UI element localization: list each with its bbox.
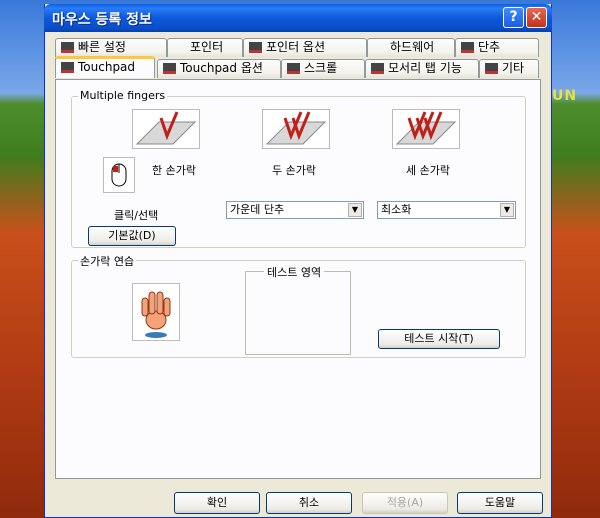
start-test-button[interactable]: 테스트 시작(T) xyxy=(378,329,500,349)
tab-icon xyxy=(485,63,498,74)
click-select-label: 클릭/선택 xyxy=(114,209,159,222)
mouse-icon xyxy=(103,157,135,193)
tab-label: 포인터 xyxy=(190,40,224,54)
help-button[interactable]: ? xyxy=(503,7,524,28)
tab-buttons[interactable]: 단추 xyxy=(455,38,539,57)
two-finger-action-select[interactable]: 가운데 단추 ▼ xyxy=(226,201,364,219)
tab-label: Touchpad 옵션 xyxy=(180,61,263,75)
tab-touchpad[interactable]: Touchpad xyxy=(55,56,155,78)
one-finger-label: 한 손가락 xyxy=(152,164,196,177)
tab-quick-setup[interactable]: 빠른 설정 xyxy=(55,38,167,57)
tab-pointer[interactable]: 포인터 xyxy=(167,38,243,57)
tab-label: Touchpad xyxy=(78,60,136,74)
touchpad-panel: Multiple fingers 한 손가락 두 손가락 세 손가락 클릭/선택… xyxy=(55,79,541,479)
three-finger-label: 세 손가락 xyxy=(406,164,450,177)
tab-touchpad-options[interactable]: Touchpad 옵션 xyxy=(157,59,281,78)
tab-scroll[interactable]: 스크롤 xyxy=(281,59,365,78)
group-title: 손가락 연습 xyxy=(78,253,137,269)
hand-icon xyxy=(132,283,180,341)
finger-practice-group: 손가락 연습 테스트 영역 테스트 시작(T) xyxy=(71,253,526,358)
tab-label: 포인터 옵션 xyxy=(266,40,326,54)
three-finger-action-select[interactable]: 최소화 ▼ xyxy=(377,201,516,219)
two-finger-gesture-icon xyxy=(262,109,330,149)
tab-icon xyxy=(163,63,176,74)
tab-hardware[interactable]: 하드웨어 xyxy=(367,38,455,57)
tab-other[interactable]: 기타 xyxy=(479,59,539,78)
two-finger-label: 두 손가락 xyxy=(272,164,316,177)
three-finger-gesture-icon xyxy=(392,109,460,149)
multiple-fingers-group: Multiple fingers 한 손가락 두 손가락 세 손가락 클릭/선택… xyxy=(71,89,526,248)
tab-label: 단추 xyxy=(478,40,501,54)
select-value: 가운데 단추 xyxy=(230,203,285,216)
test-area-label: 테스트 영역 xyxy=(264,264,325,280)
group-title: Multiple fingers xyxy=(78,89,168,102)
tab-icon xyxy=(61,42,74,53)
chevron-down-icon[interactable]: ▼ xyxy=(348,203,362,217)
tab-icon xyxy=(249,42,262,53)
tab-icon xyxy=(461,42,474,53)
mouse-properties-window: 마우스 등록 정보 ? ✕ 빠른 설정 포인터 포인터 옵션 하드웨어 단추 T… xyxy=(44,4,552,518)
tab-edge-tap[interactable]: 모서리 탭 기능 xyxy=(365,59,479,78)
help-footer-button[interactable]: 도움말 xyxy=(457,492,543,514)
tab-label: 기타 xyxy=(502,61,525,75)
one-finger-gesture-icon xyxy=(132,109,200,149)
chevron-down-icon[interactable]: ▼ xyxy=(500,203,514,217)
desktop-text: UN xyxy=(552,88,578,104)
tab-icon xyxy=(61,62,74,73)
tab-label: 모서리 탭 기능 xyxy=(388,61,462,75)
window-title: 마우스 등록 정보 xyxy=(52,12,152,28)
tab-label: 하드웨어 xyxy=(390,40,435,54)
test-area[interactable]: 테스트 영역 xyxy=(245,264,351,355)
tab-icon xyxy=(371,63,384,74)
tab-icon xyxy=(287,63,300,74)
default-button[interactable]: 기본값(D) xyxy=(88,226,176,246)
tab-pointer-options[interactable]: 포인터 옵션 xyxy=(243,38,367,57)
tab-label: 빠른 설정 xyxy=(78,40,126,54)
select-value: 최소화 xyxy=(381,203,412,216)
ok-button[interactable]: 확인 xyxy=(174,492,260,514)
tab-label: 스크롤 xyxy=(304,61,338,75)
title-bar[interactable]: 마우스 등록 정보 ? ✕ xyxy=(44,4,552,32)
apply-button[interactable]: 적용(A) xyxy=(362,492,448,514)
cancel-button[interactable]: 취소 xyxy=(266,492,352,514)
close-button[interactable]: ✕ xyxy=(526,7,547,28)
